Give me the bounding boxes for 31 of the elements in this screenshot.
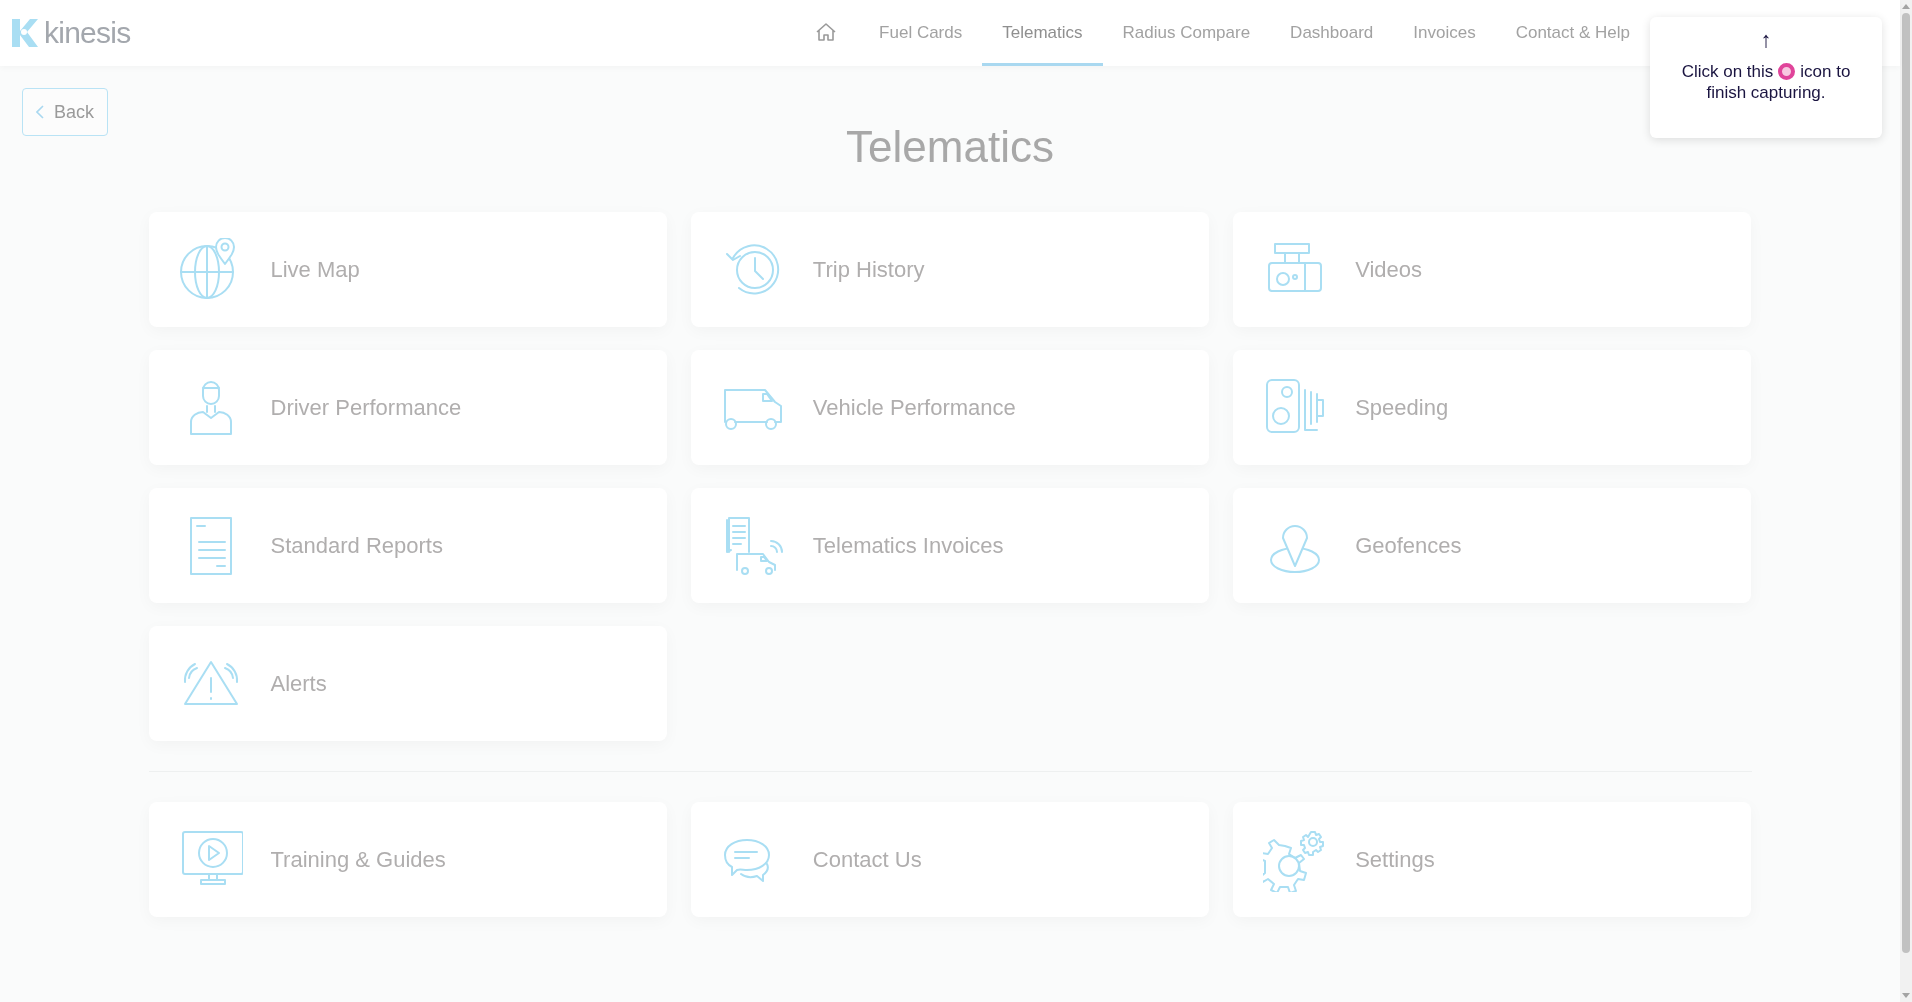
chevron-left-icon [36,105,44,119]
ring-icon [1778,63,1796,80]
scrollbar[interactable] [1900,0,1912,1002]
menu-tile[interactable]: Videos [1233,212,1752,327]
back-button[interactable]: Back [22,88,109,136]
nav-tab[interactable]: Fuel Cards [859,0,983,66]
menu-tile[interactable]: Telematics Invoices [690,488,1210,603]
menu-tile[interactable]: Standard Reports [148,488,667,603]
page-title: Telematics [846,121,1054,173]
menu-tile[interactable]: Contact Us [690,802,1210,917]
menu-tile[interactable]: Settings [1233,802,1752,917]
arrow-up-icon: ↑ [1760,29,1772,51]
logo-icon [10,17,40,49]
menu-tile[interactable]: Geofences [1233,488,1752,603]
logo-text: kinesis [44,18,131,48]
home-icon [815,21,838,42]
tooltip-text: icon to [1800,61,1851,82]
menu-tile[interactable]: Vehicle Performance [690,350,1210,465]
menu-tile[interactable]: Alerts [148,626,667,741]
nav-tab[interactable]: Contact & Help [1495,0,1650,66]
tooltip-text: Click on this [1681,61,1774,82]
menu-tile[interactable]: Training & Guides [148,802,667,917]
tooltip-text: finish capturing. [1706,82,1826,103]
nav-tab[interactable]: Dashboard [1270,0,1394,66]
menu-tile[interactable]: Speeding [1233,350,1752,465]
menu-tile[interactable]: Driver Performance [148,350,667,465]
menu-tile[interactable]: Trip History [690,212,1210,327]
nav-tab[interactable]: Telematics [982,0,1103,66]
menu-tile[interactable]: Live Map [148,212,667,327]
nav-tab[interactable]: Invoices [1393,0,1496,66]
nav-tab[interactable]: Radius Compare [1102,0,1271,66]
